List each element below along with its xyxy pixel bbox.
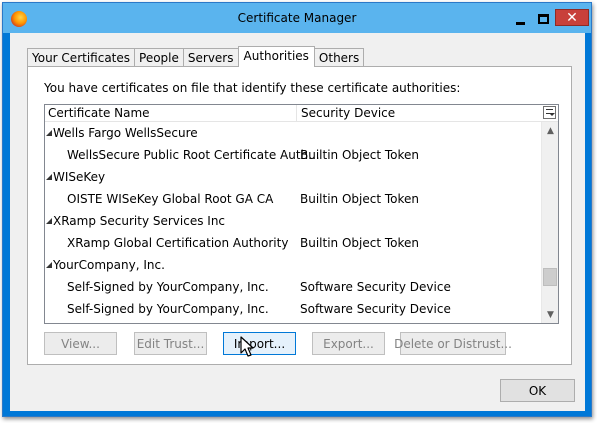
- security-device: Builtin Object Token: [300, 192, 420, 206]
- tab-people[interactable]: People: [134, 48, 184, 67]
- intro-text: You have certificates on file that ident…: [44, 81, 461, 95]
- mouse-pointer-icon: [240, 336, 254, 357]
- expanded-triangle-icon[interactable]: [46, 262, 52, 268]
- certificate-name: XRamp Global Certification Authority: [67, 236, 289, 250]
- scrollbar-thumb[interactable]: [543, 268, 557, 286]
- certificate-name: Self-Signed by YourCompany, Inc.: [67, 302, 269, 316]
- tree-row[interactable]: Self-Signed by YourCompany, Inc. Softwar…: [45, 276, 541, 298]
- tree-row[interactable]: XRamp Global Certification Authority Bui…: [45, 232, 541, 254]
- minimize-icon: [515, 21, 525, 25]
- window-title: Certificate Manager: [237, 11, 357, 25]
- scroll-up-icon[interactable]: ▲: [542, 122, 558, 139]
- maximize-icon: [537, 14, 549, 24]
- expanded-triangle-icon[interactable]: [46, 218, 52, 224]
- security-device: Software Security Device: [300, 280, 451, 294]
- certificate-name: WellsSecure Public Root Certificate Auth…: [67, 148, 320, 162]
- tab-authorities[interactable]: Authorities: [237, 46, 315, 67]
- security-device: Software Security Device: [300, 302, 451, 316]
- column-header-security-device[interactable]: Security Device: [301, 106, 395, 120]
- dialog-body: Your Certificates People Servers Authori…: [10, 33, 585, 411]
- column-separator[interactable]: [296, 105, 297, 122]
- edit-trust-button[interactable]: Edit Trust...: [134, 332, 207, 355]
- tab-servers[interactable]: Servers: [182, 48, 239, 67]
- security-device: Builtin Object Token: [300, 148, 420, 162]
- export-button[interactable]: Export...: [312, 332, 385, 355]
- delete-or-distrust-button[interactable]: Delete or Distrust...: [394, 332, 512, 355]
- tree-row[interactable]: WellsSecure Public Root Certificate Auth…: [45, 144, 541, 166]
- tab-others[interactable]: Others: [313, 48, 365, 67]
- tree-rows: Wells Fargo WellsSecure WellsSecure Publ…: [45, 122, 541, 320]
- certificate-name: OISTE WISeKey Global Root GA CA: [67, 192, 274, 206]
- close-button[interactable]: ✕: [555, 9, 589, 26]
- tree-group-row[interactable]: YourCompany, Inc.: [45, 254, 541, 276]
- column-picker-icon[interactable]: [543, 106, 556, 119]
- security-device: Builtin Object Token: [300, 236, 420, 250]
- import-button[interactable]: Import...: [223, 332, 296, 355]
- expanded-triangle-icon[interactable]: [46, 174, 52, 180]
- group-name: Wells Fargo WellsSecure: [53, 126, 198, 140]
- tab-your-certificates[interactable]: Your Certificates: [27, 48, 136, 67]
- tree-row[interactable]: Self-Signed by YourCompany, Inc. Softwar…: [45, 298, 541, 320]
- ok-button[interactable]: OK: [500, 379, 575, 402]
- maximize-button[interactable]: [535, 12, 551, 26]
- vertical-scrollbar[interactable]: ▲ ▼: [541, 122, 558, 323]
- group-name: YourCompany, Inc.: [53, 258, 165, 272]
- certificate-tree[interactable]: Certificate Name Security Device Wells F…: [44, 104, 559, 324]
- expanded-triangle-icon[interactable]: [46, 130, 52, 136]
- tree-header: Certificate Name Security Device: [45, 105, 558, 122]
- certificate-manager-window: Certificate Manager ✕ Your Certificates …: [2, 2, 592, 417]
- tree-row[interactable]: OISTE WISeKey Global Root GA CA Builtin …: [45, 188, 541, 210]
- group-name: XRamp Security Services Inc: [53, 214, 226, 228]
- tab-strip: Your Certificates People Servers Authori…: [27, 46, 365, 67]
- tree-group-row[interactable]: WISeKey: [45, 166, 541, 188]
- group-name: WISeKey: [53, 170, 106, 184]
- title-bar[interactable]: Certificate Manager ✕: [3, 3, 591, 33]
- close-icon: ✕: [566, 9, 578, 26]
- scroll-down-icon[interactable]: ▼: [542, 306, 558, 323]
- minimize-button[interactable]: [512, 12, 528, 26]
- column-header-certificate-name[interactable]: Certificate Name: [48, 106, 150, 120]
- authorities-panel: You have certificates on file that ident…: [27, 66, 572, 365]
- tree-group-row[interactable]: XRamp Security Services Inc: [45, 210, 541, 232]
- view-button[interactable]: View...: [44, 332, 117, 355]
- tree-group-row[interactable]: Wells Fargo WellsSecure: [45, 122, 541, 144]
- certificate-name: Self-Signed by YourCompany, Inc.: [67, 280, 269, 294]
